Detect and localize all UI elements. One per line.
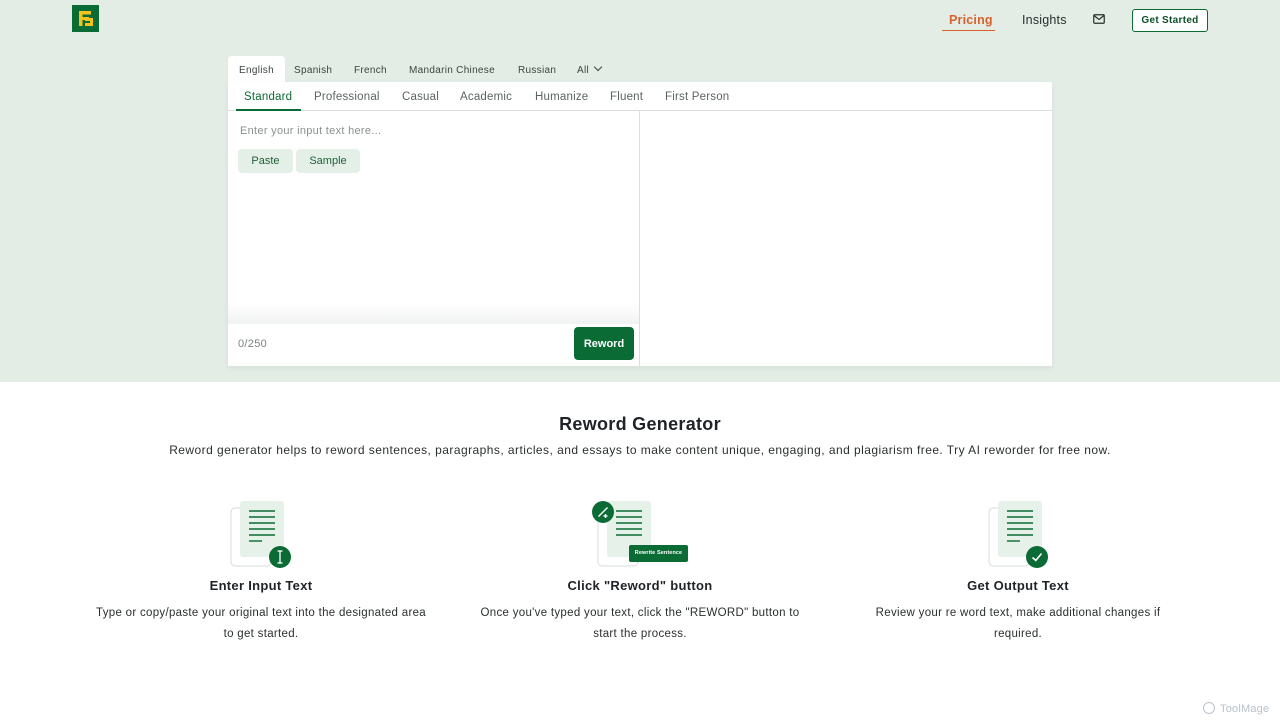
- tab-mode-casual[interactable]: Casual: [402, 91, 439, 103]
- document-cursor-icon: [230, 501, 291, 568]
- tab-language-all-label: All: [577, 65, 590, 76]
- watermark: ToolMage: [1203, 700, 1269, 715]
- nav-active-indicator: [942, 30, 995, 31]
- reword-button[interactable]: Reword: [574, 327, 634, 360]
- mode-tabs: Standard Professional Casual Academic Hu…: [228, 82, 1052, 111]
- document-rewrite-icon: [592, 501, 688, 567]
- sample-button[interactable]: Sample: [296, 149, 360, 173]
- tab-mode-fluent[interactable]: Fluent: [610, 91, 643, 103]
- mail-icon[interactable]: [1093, 14, 1105, 24]
- section-title: Reword Generator: [559, 414, 721, 434]
- step-description: Review your re word text, make additiona…: [875, 607, 1161, 640]
- rewrite-sentence-badge: Rewrite Sentence: [634, 550, 683, 556]
- tab-language-spanish[interactable]: Spanish: [294, 56, 332, 82]
- input-fade: [228, 302, 639, 324]
- logo-icon: [72, 5, 99, 32]
- document-check-icon: [988, 501, 1048, 568]
- tab-mode-humanize[interactable]: Humanize: [535, 91, 588, 103]
- character-count: 0/250: [238, 338, 268, 350]
- get-started-button[interactable]: Get Started: [1132, 9, 1208, 32]
- logo[interactable]: [72, 5, 99, 32]
- step-title: Get Output Text: [967, 578, 1069, 593]
- input-textarea[interactable]: [228, 111, 639, 323]
- nav-insights-link[interactable]: Insights: [1022, 13, 1067, 27]
- paste-button[interactable]: Paste: [238, 149, 293, 173]
- tab-language-all[interactable]: All: [577, 56, 603, 82]
- tab-mode-first-person[interactable]: First Person: [665, 91, 729, 103]
- chevron-down-icon: [593, 62, 603, 72]
- watermark-text: ToolMage: [1220, 703, 1270, 715]
- tab-language-mandarin[interactable]: Mandarin Chinese: [409, 56, 495, 82]
- tab-language-french[interactable]: French: [354, 56, 387, 82]
- step-description: Type or copy/paste your original text in…: [96, 607, 426, 640]
- section-description: Reword generator helps to reword sentenc…: [169, 443, 1111, 457]
- tab-mode-professional[interactable]: Professional: [314, 91, 380, 103]
- output-panel[interactable]: [640, 111, 1052, 366]
- tab-language-english[interactable]: English: [228, 56, 285, 82]
- editor-card: Standard Professional Casual Academic Hu…: [228, 82, 1052, 366]
- tab-language-russian[interactable]: Russian: [518, 56, 556, 82]
- step-description: Once you've typed your text, click the "…: [480, 607, 800, 640]
- nav-pricing-link[interactable]: Pricing: [949, 13, 993, 27]
- tab-mode-academic[interactable]: Academic: [460, 91, 512, 103]
- tab-mode-standard[interactable]: Standard: [244, 91, 292, 103]
- step-title: Enter Input Text: [209, 578, 313, 593]
- step-title: Click "Reword" button: [567, 578, 713, 593]
- watermark-logo-icon: [1203, 702, 1215, 714]
